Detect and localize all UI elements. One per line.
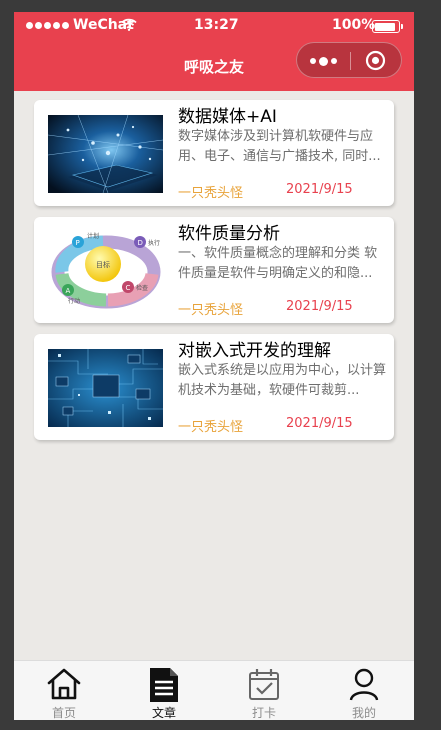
top-bar: WeChat 13:27 100% 呼吸之友 [14,12,414,91]
article-title: 对嵌入式开发的理解 [178,341,331,361]
svg-text:A: A [66,287,71,295]
pdca-cycle-image: P D C A 计划 执行 检查 行动 目标 [48,232,163,310]
bottom-tab-bar: 首页 文章 打卡 我的 [14,660,414,720]
pdca-plan-label: 计划 [87,232,99,240]
tab-profile-label: 我的 [351,706,376,720]
article-summary: 一、软件质量概念的理解和分类 软件质量是软件与明确定义的和隐... [178,246,378,281]
digital-media-image [48,115,163,193]
document-icon [150,668,178,702]
person-icon [349,668,379,701]
article-title: 软件质量分析 [178,224,280,244]
capsule-divider [350,52,351,70]
tab-profile[interactable]: 我的 [314,661,414,720]
svg-text:P: P [76,239,80,247]
article-date: 2021/9/15 [286,182,353,197]
article-summary: 嵌入式系统是以应用为中心，以计算机技术为基础，软硬件可裁剪... [178,363,387,398]
tab-checkin[interactable]: 打卡 [214,661,314,720]
pdca-goal-label: 目标 [96,260,110,269]
wifi-icon [121,18,137,31]
battery-percent: 100% [332,17,376,33]
tab-articles[interactable]: 文章 [114,661,214,720]
calendar-check-icon [249,669,279,700]
article-list: 数据媒体+AI 数字媒体涉及到计算机软硬件与应用、电子、通信与广播技术, 同时.… [34,100,394,451]
article-title: 数据媒体+AI [178,107,277,127]
svg-text:D: D [138,239,143,247]
tab-checkin-label: 打卡 [251,706,276,720]
article-card[interactable]: 对嵌入式开发的理解 嵌入式系统是以应用为中心，以计算机技术为基础，软硬件可裁剪.… [34,334,394,440]
article-card[interactable]: 数据媒体+AI 数字媒体涉及到计算机软硬件与应用、电子、通信与广播技术, 同时.… [34,100,394,206]
target-circle-icon[interactable] [365,50,386,71]
pdca-do-label: 执行 [148,239,160,247]
pdca-check-label: 检查 [136,284,148,292]
mini-program-capsule [296,42,402,78]
battery-icon [372,20,403,33]
article-summary: 数字媒体涉及到计算机软硬件与应用、电子、通信与广播技术, 同时... [178,129,381,164]
article-author: 一只秃头怪 [178,420,244,435]
tab-articles-label: 文章 [151,706,176,720]
status-bar: WeChat 13:27 100% [14,17,414,37]
circuit-board-image [48,349,163,427]
tab-home-label: 首页 [51,706,76,720]
article-author: 一只秃头怪 [178,186,244,201]
phone-screen: WeChat 13:27 100% 呼吸之友 数据媒体+AI 数字媒体涉及到计算… [14,12,414,720]
tab-home[interactable]: 首页 [14,661,114,720]
article-date: 2021/9/15 [286,299,353,314]
svg-text:C: C [126,284,131,292]
article-author: 一只秃头怪 [178,303,244,318]
signal-dots-icon [26,20,69,29]
status-time: 13:27 [194,17,239,33]
home-icon [47,668,81,700]
article-card[interactable]: P D C A 计划 执行 检查 行动 目标 软件质量分析 一、软件质量概念的理… [34,217,394,323]
more-dots-icon[interactable] [310,54,340,68]
pdca-act-label: 行动 [68,297,80,305]
article-date: 2021/9/15 [286,416,353,431]
